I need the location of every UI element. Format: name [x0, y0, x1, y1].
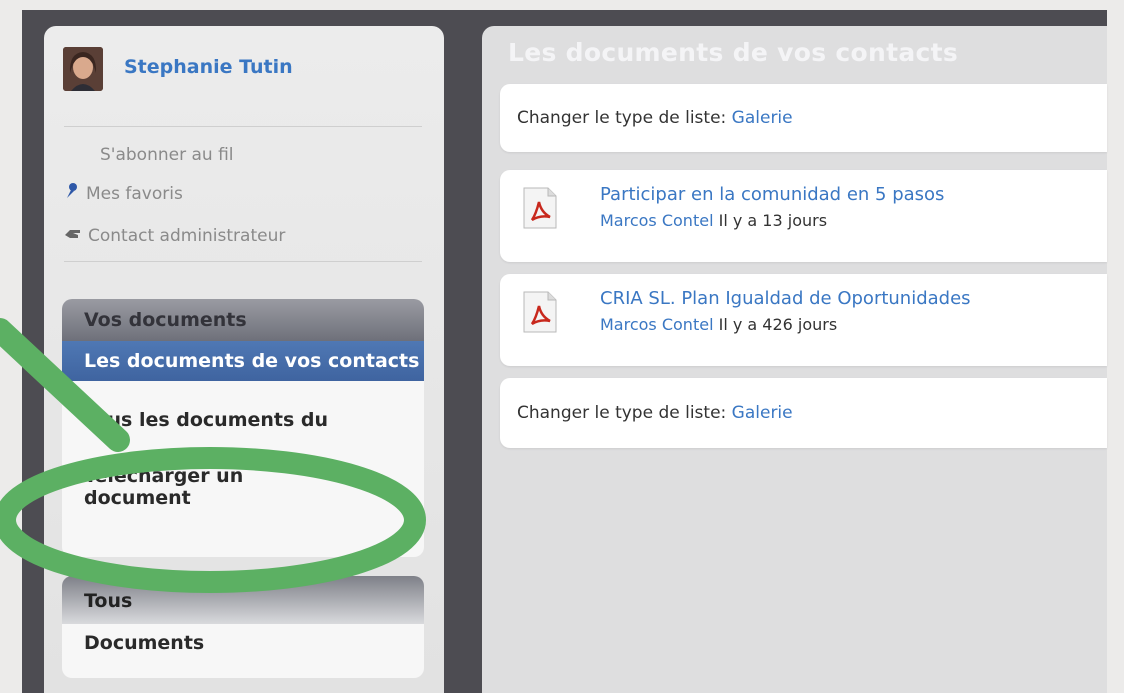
nav-item-upload-document[interactable]: Télécharger un document [62, 449, 322, 509]
document-meta: Marcos Contel Il y a 426 jours [600, 315, 837, 334]
page-title: Les documents de vos contacts [508, 38, 959, 67]
nav-item-documents[interactable]: Documents [62, 624, 424, 654]
gallery-link[interactable]: Galerie [732, 108, 793, 128]
divider [64, 126, 422, 127]
list-type-label: Changer le type de liste: [517, 403, 727, 423]
document-row: Participar en la comunidad en 5 pasos Ma… [500, 170, 1107, 262]
nav-section-documents: Vos documents Les documents de vos conta… [62, 299, 424, 557]
divider [64, 261, 422, 262]
list-type-label: Changer le type de liste: [517, 108, 727, 128]
nav-section-header: Vos documents [62, 299, 424, 341]
contact-admin-label: Contact administrateur [88, 226, 286, 246]
nav-item-contacts-documents[interactable]: Les documents de vos contacts [62, 341, 424, 381]
document-row: CRIA SL. Plan Igualdad de Oportunidades … [500, 274, 1107, 366]
document-age: Il y a 13 jours [718, 211, 828, 230]
gallery-link[interactable]: Galerie [732, 403, 793, 423]
list-type-bar: Changer le type de liste: Galerie [500, 378, 1107, 448]
subscribe-feed-link[interactable]: S'abonner au fil [100, 145, 234, 165]
user-name-link[interactable]: Stephanie Tutin [124, 56, 293, 78]
document-meta: Marcos Contel Il y a 13 jours [600, 211, 827, 230]
subscribe-feed-label: S'abonner au fil [100, 145, 234, 165]
pdf-icon[interactable] [522, 186, 558, 230]
pin-icon [64, 182, 80, 205]
avatar[interactable] [63, 47, 103, 91]
hand-icon [64, 226, 82, 246]
favorites-link[interactable]: Mes favoris [64, 182, 183, 205]
list-type-bar: Changer le type de liste: Galerie [500, 84, 1107, 152]
document-title-link[interactable]: Participar en la comunidad en 5 pasos [600, 184, 944, 205]
contact-admin-link[interactable]: Contact administrateur [64, 226, 285, 246]
nav-section-all: Tous Documents [62, 576, 424, 678]
nav-section-header: Tous [62, 576, 424, 624]
nav-item-all-documents[interactable]: Tous les documents du [62, 381, 424, 449]
pdf-icon[interactable] [522, 290, 558, 334]
author-link[interactable]: Marcos Contel [600, 315, 714, 334]
document-title-link[interactable]: CRIA SL. Plan Igualdad de Oportunidades [600, 288, 971, 309]
favorites-label: Mes favoris [86, 183, 183, 204]
author-link[interactable]: Marcos Contel [600, 211, 714, 230]
document-age: Il y a 426 jours [718, 315, 838, 334]
